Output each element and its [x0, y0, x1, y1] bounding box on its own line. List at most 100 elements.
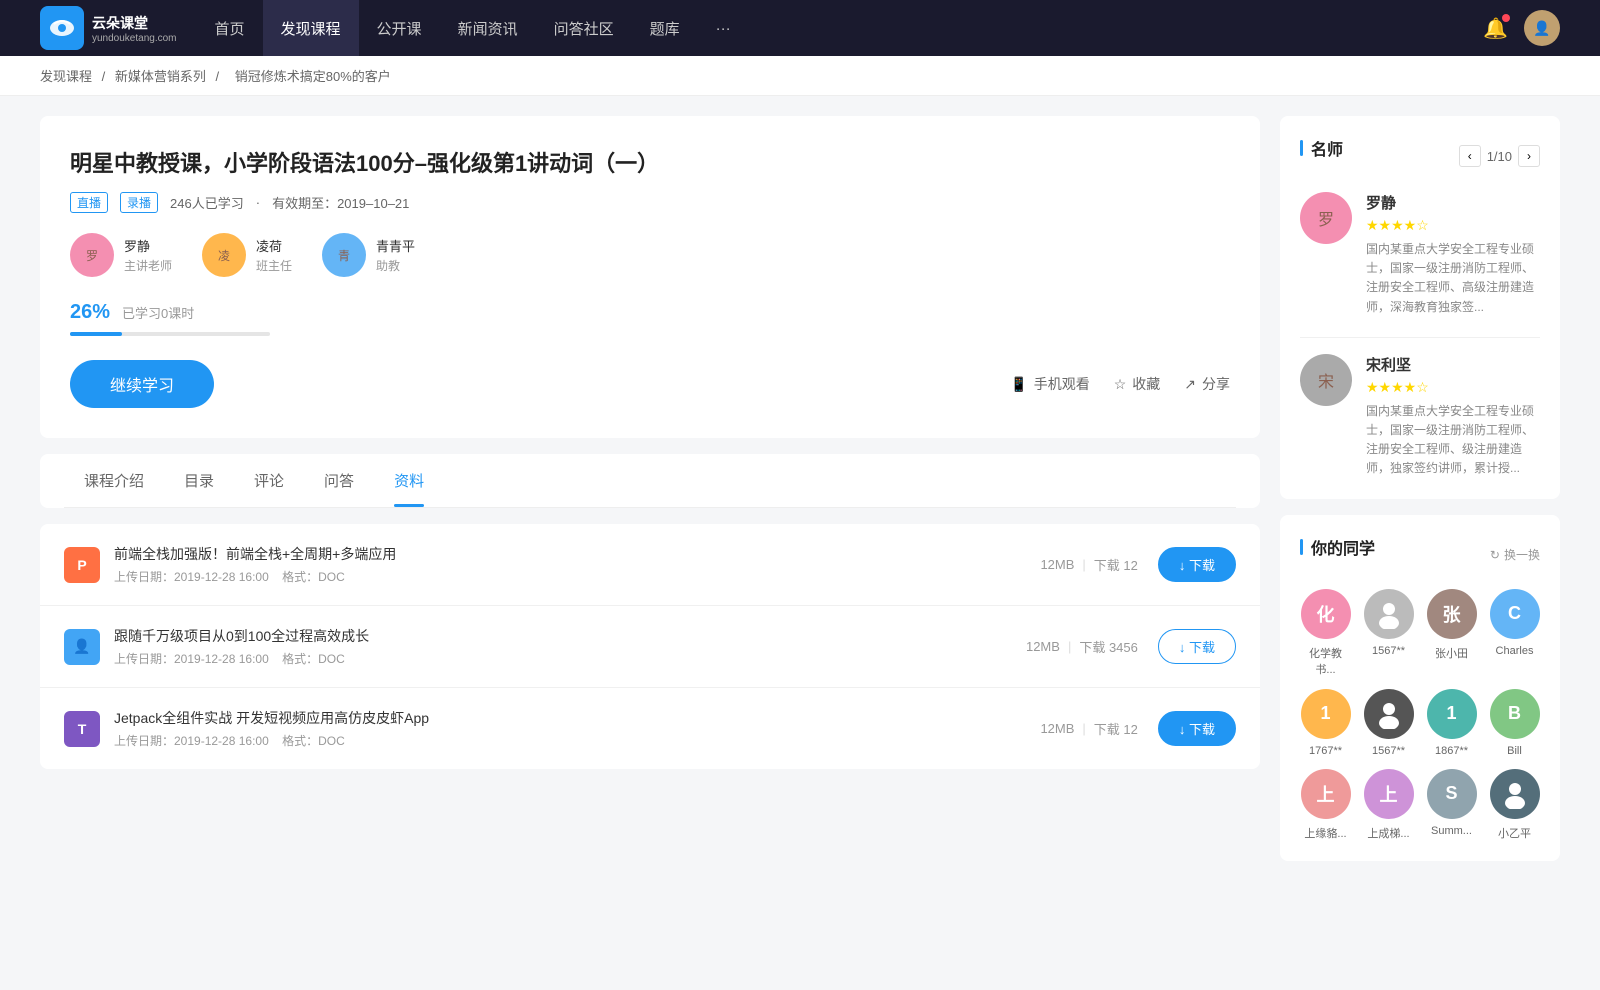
mobile-watch-button[interactable]: 📱 手机观看	[1010, 374, 1089, 394]
tab-materials[interactable]: 资料	[374, 454, 444, 507]
nav-exam[interactable]: 题库	[632, 0, 698, 56]
sidebar-teacher-1-stars: ★★★★☆	[1366, 379, 1540, 396]
sidebar-teacher-1: 宋 宋利坚 ★★★★☆ 国内某重点大学安全工程专业硕士，国家一级注册消防工程师、…	[1300, 354, 1540, 479]
refresh-classmates-button[interactable]: ↻ 换一换	[1490, 546, 1540, 563]
logo-icon	[40, 6, 84, 50]
file-info-1: 跟随千万级项目从0到100全过程高效成长 上传日期：2019-12-28 16:…	[114, 626, 1026, 667]
classmate-2: 张 张小田	[1426, 589, 1477, 677]
teachers-list: 罗 罗静 主讲老师 凌 凌荷 班主任 青 青青平	[70, 233, 1230, 277]
classmate-10-avatar: S	[1427, 769, 1477, 819]
classmate-11-name: 小乙平	[1498, 825, 1531, 841]
teachers-page: 1/10	[1487, 149, 1512, 164]
classmate-0: 化 化学教书...	[1300, 589, 1351, 677]
classmates-grid: 化 化学教书... 1567** 张 张小田 C Charles	[1300, 589, 1540, 841]
progress-bar-fill	[70, 332, 122, 336]
classmate-2-name: 张小田	[1435, 645, 1468, 661]
teachers-prev-button[interactable]: ‹	[1459, 145, 1481, 167]
nav-home[interactable]: 首页	[197, 0, 263, 56]
tab-qa[interactable]: 问答	[304, 454, 374, 507]
classmate-6-avatar: 1	[1427, 689, 1477, 739]
tab-intro[interactable]: 课程介绍	[64, 454, 164, 507]
sidebar-teacher-1-name: 宋利坚	[1366, 354, 1540, 375]
file-size-1: 12MB | 下载 3456	[1026, 637, 1138, 656]
action-group: 📱 手机观看 ☆ 收藏 ↗ 分享	[1010, 374, 1230, 394]
download-button-0[interactable]: ↓ 下载	[1158, 547, 1236, 582]
nav-news[interactable]: 新闻资讯	[440, 0, 536, 56]
valid-until: 有效期至：2019–10–21	[272, 193, 409, 212]
sidebar-teacher-0-desc: 国内某重点大学安全工程专业硕士，国家一级注册消防工程师、注册安全工程师、高级注册…	[1366, 240, 1540, 317]
logo[interactable]: 云朵课堂 yundouketang.com	[40, 6, 177, 50]
nav-menu: 首页 发现课程 公开课 新闻资讯 问答社区 题库 ···	[197, 0, 1484, 56]
tab-catalog[interactable]: 目录	[164, 454, 234, 507]
classmate-4-avatar: 1	[1301, 689, 1351, 739]
classmate-5-avatar	[1364, 689, 1414, 739]
classmate-11: 小乙平	[1489, 769, 1540, 841]
teacher-0-avatar: 罗	[70, 233, 114, 277]
classmate-7: B Bill	[1489, 689, 1540, 757]
file-list: P 前端全栈加强版！前端全栈+全周期+多端应用 上传日期：2019-12-28 …	[40, 524, 1260, 769]
classmate-3-name: Charles	[1496, 645, 1534, 657]
course-meta: 直播 录播 246人已学习 · 有效期至：2019–10–21	[70, 192, 1230, 213]
sidebar-teacher-0-info: 罗静 ★★★★☆ 国内某重点大学安全工程专业硕士，国家一级注册消防工程师、注册安…	[1366, 192, 1540, 317]
classmate-4-name: 1767**	[1309, 745, 1342, 757]
classmate-10: S Summ...	[1426, 769, 1477, 841]
download-button-1[interactable]: ↓ 下载	[1158, 629, 1236, 664]
teacher-1-role: 班主任	[256, 257, 292, 274]
teacher-2-avatar: 青	[322, 233, 366, 277]
bell-notification-dot	[1502, 14, 1510, 22]
course-actions: 继续学习 📱 手机观看 ☆ 收藏 ↗ 分享	[70, 360, 1230, 408]
separator-dot: ·	[256, 195, 260, 210]
badge-live: 直播	[70, 192, 108, 213]
tabs: 课程介绍 目录 评论 问答 资料	[64, 454, 1236, 508]
classmate-9-avatar: 上	[1364, 769, 1414, 819]
classmate-7-avatar: B	[1490, 689, 1540, 739]
progress-bar-bg	[70, 332, 270, 336]
teachers-header: 名师 ‹ 1/10 ›	[1300, 136, 1540, 176]
file-size-0: 12MB | 下载 12	[1040, 555, 1137, 574]
teachers-next-button[interactable]: ›	[1518, 145, 1540, 167]
file-meta-1: 上传日期：2019-12-28 16:00 格式：DOC	[114, 650, 1026, 667]
file-meta-2: 上传日期：2019-12-28 16:00 格式：DOC	[114, 732, 1040, 749]
favorite-button[interactable]: ☆ 收藏	[1114, 374, 1161, 394]
content-area: 明星中教授课，小学阶段语法100分–强化级第1讲动词（一） 直播 录播 246人…	[40, 116, 1260, 877]
nav-open[interactable]: 公开课	[359, 0, 440, 56]
classmate-0-avatar: 化	[1301, 589, 1351, 639]
file-name-2: Jetpack全组件实战 开发短视频应用高仿皮皮虾App	[114, 708, 1040, 728]
teacher-2: 青 青青平 助教	[322, 233, 415, 277]
classmate-8-name: 上缘貉...	[1304, 825, 1346, 841]
classmate-0-name: 化学教书...	[1300, 645, 1351, 677]
sidebar-teacher-0-stars: ★★★★☆	[1366, 217, 1540, 234]
sidebar-teacher-0: 罗 罗静 ★★★★☆ 国内某重点大学安全工程专业硕士，国家一级注册消防工程师、注…	[1300, 192, 1540, 317]
nav-discover[interactable]: 发现课程	[263, 0, 359, 56]
teacher-0-name: 罗静	[124, 236, 172, 255]
nav-more[interactable]: ···	[698, 0, 749, 56]
logo-name: 云朵课堂	[92, 13, 177, 33]
breadcrumb: 发现课程 / 新媒体营销系列 / 销冠修炼术搞定80%的客户	[0, 56, 1600, 96]
classmate-3: C Charles	[1489, 589, 1540, 677]
logo-sub: yundouketang.com	[92, 33, 177, 44]
file-size-2: 12MB | 下载 12	[1040, 719, 1137, 738]
classmates-card: 你的同学 ↻ 换一换 化 化学教书... 1567**	[1280, 515, 1560, 861]
progress-pct: 26%	[70, 301, 110, 324]
teacher-1-name: 凌荷	[256, 236, 292, 255]
bell-icon[interactable]: 🔔	[1483, 16, 1508, 41]
sidebar-teacher-0-name: 罗静	[1366, 192, 1540, 213]
classmate-8-avatar: 上	[1301, 769, 1351, 819]
course-title: 明星中教授课，小学阶段语法100分–强化级第1讲动词（一）	[70, 146, 1230, 178]
classmate-9-name: 上成梯...	[1367, 825, 1409, 841]
file-item-0: P 前端全栈加强版！前端全栈+全周期+多端应用 上传日期：2019-12-28 …	[40, 524, 1260, 606]
nav-qa[interactable]: 问答社区	[536, 0, 632, 56]
nav-right: 🔔 👤	[1483, 10, 1560, 46]
breadcrumb-discover[interactable]: 发现课程	[40, 69, 92, 84]
sidebar-teacher-1-desc: 国内某重点大学安全工程专业硕士，国家一级注册消防工程师、注册安全工程师、级注册建…	[1366, 402, 1540, 479]
continue-learning-button[interactable]: 继续学习	[70, 360, 214, 408]
progress-text: 已学习0课时	[122, 303, 194, 322]
teacher-separator	[1300, 337, 1540, 338]
share-button[interactable]: ↗ 分享	[1184, 374, 1230, 394]
user-avatar[interactable]: 👤	[1524, 10, 1560, 46]
download-button-2[interactable]: ↓ 下载	[1158, 711, 1236, 746]
breadcrumb-series[interactable]: 新媒体营销系列	[115, 69, 206, 84]
tab-review[interactable]: 评论	[234, 454, 304, 507]
classmates-title: 你的同学	[1300, 535, 1375, 559]
teachers-pagination: ‹ 1/10 ›	[1459, 145, 1540, 167]
